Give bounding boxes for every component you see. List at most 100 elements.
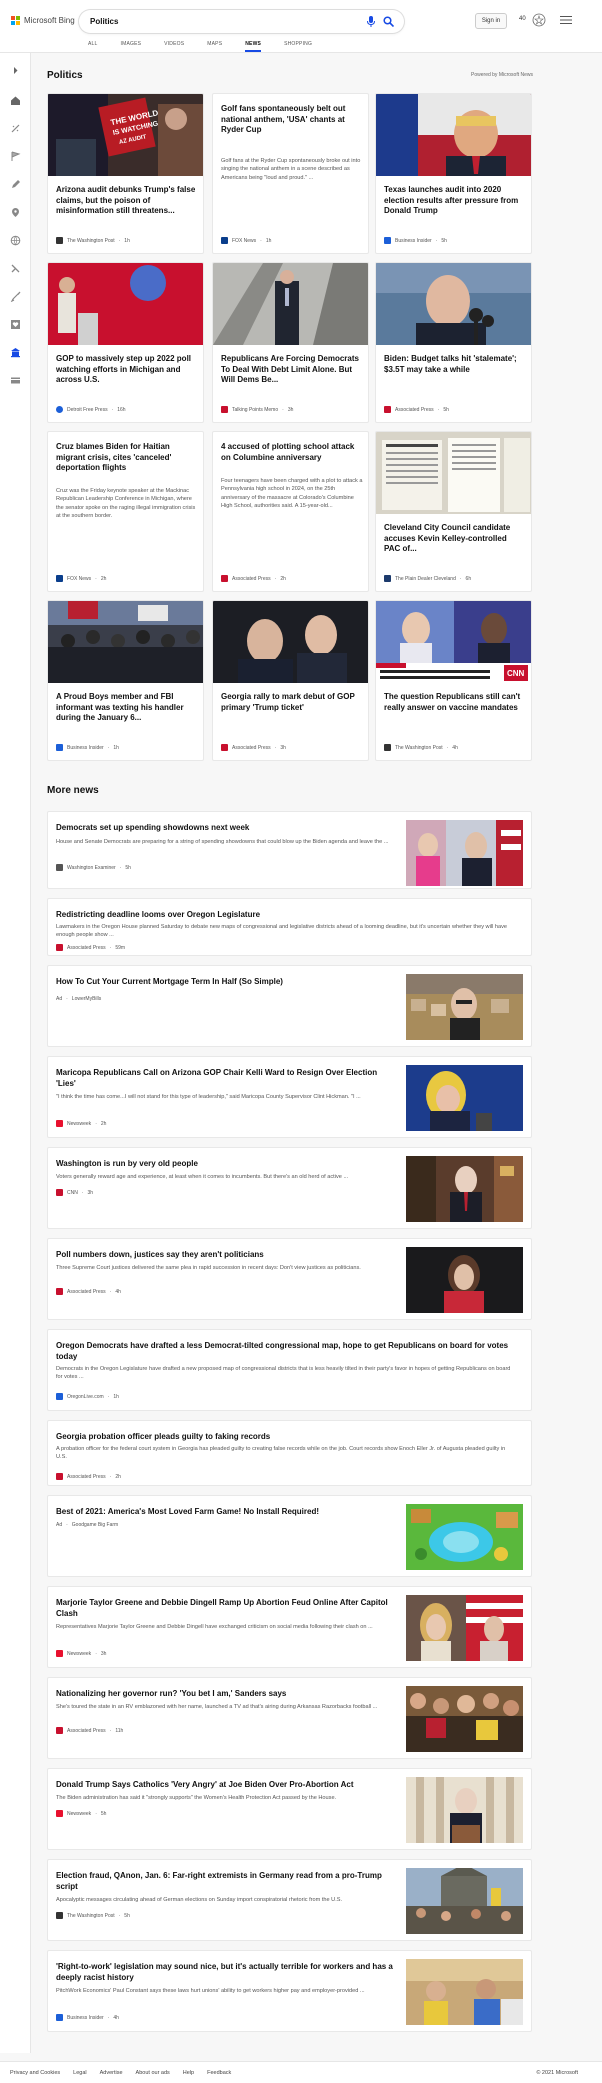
microphone-icon[interactable] <box>366 16 376 27</box>
card-source[interactable]: Associated Press · 3h <box>221 744 286 751</box>
card-title[interactable]: A Proud Boys member and FBI informant wa… <box>56 692 196 724</box>
news-card[interactable]: GOP to massively step up 2022 poll watch… <box>47 262 204 423</box>
news-card[interactable]: Georgia rally to mark debut of GOP prima… <box>212 600 369 761</box>
news-list-item[interactable]: Washington is run by very old people Vot… <box>47 1147 532 1229</box>
news-list-item[interactable]: Donald Trump Says Catholics 'Very Angry'… <box>47 1768 532 1850</box>
news-card[interactable]: Cleveland City Council candidate accuses… <box>375 431 532 592</box>
footer-link-privacy[interactable]: Privacy and Cookies <box>10 2070 60 2076</box>
home-icon[interactable] <box>10 95 21 106</box>
item-title[interactable]: Donald Trump Says Catholics 'Very Angry'… <box>56 1779 396 1790</box>
item-source[interactable]: Associated Press · 2h <box>56 1473 121 1480</box>
item-title[interactable]: Marjorie Taylor Greene and Debbie Dingel… <box>56 1597 396 1619</box>
item-source[interactable]: Associated Press · 4h <box>56 1288 121 1295</box>
item-title[interactable]: Best of 2021: America's Most Loved Farm … <box>56 1506 396 1517</box>
news-list-item[interactable]: Marjorie Taylor Greene and Debbie Dingel… <box>47 1586 532 1668</box>
item-source[interactable]: Business Insider · 4h <box>56 2014 119 2021</box>
news-card[interactable]: Cruz blames Biden for Haitian migrant cr… <box>47 431 204 592</box>
card-source[interactable]: The Washington Post · 4h <box>384 744 458 751</box>
rewards-medal-icon[interactable] <box>531 12 547 28</box>
tab-videos[interactable]: VIDEOS <box>164 41 184 52</box>
news-card[interactable]: THE WORLD IS WATCHING AZ AUDIT Arizona a… <box>47 93 204 254</box>
card-source[interactable]: Associated Press · 5h <box>384 406 449 413</box>
footer-link-feedback[interactable]: Feedback <box>207 2070 231 2076</box>
tab-images[interactable]: IMAGES <box>121 41 142 52</box>
news-card[interactable]: Texas launches audit into 2020 election … <box>375 93 532 254</box>
news-list-item[interactable]: Election fraud, QAnon, Jan. 6: Far-right… <box>47 1859 532 1941</box>
search-icon[interactable] <box>383 16 394 27</box>
card-title[interactable]: The question Republicans still can't rea… <box>384 692 524 713</box>
heart-box-icon[interactable] <box>10 319 21 330</box>
globe-icon[interactable] <box>10 235 21 246</box>
flag-icon[interactable] <box>10 151 21 162</box>
footer-link-legal[interactable]: Legal <box>73 2070 86 2076</box>
item-source[interactable]: The Washington Post · 5h <box>56 1912 130 1919</box>
footer-link-help[interactable]: Help <box>183 2070 194 2076</box>
news-card[interactable]: Biden: Budget talks hit 'stalemate'; $3.… <box>375 262 532 423</box>
card-title[interactable]: Georgia rally to mark debut of GOP prima… <box>221 692 361 713</box>
card-source[interactable]: Business Insider · 1h <box>56 744 119 751</box>
search-box[interactable]: Politics <box>79 10 404 33</box>
item-source[interactable]: Washington Examiner · 5h <box>56 864 131 871</box>
card-title[interactable]: Cleveland City Council candidate accuses… <box>384 523 524 555</box>
item-source[interactable]: Newsweek · 2h <box>56 1120 106 1127</box>
item-source[interactable]: Associated Press · 59m <box>56 944 125 951</box>
news-card[interactable]: Golf fans spontaneously belt out nationa… <box>212 93 369 254</box>
card-title[interactable]: Biden: Budget talks hit 'stalemate'; $3.… <box>384 354 524 375</box>
news-list-item[interactable]: Democrats set up spending showdowns next… <box>47 811 532 889</box>
card-title[interactable]: Golf fans spontaneously belt out nationa… <box>221 104 361 136</box>
news-list-item-ad[interactable]: Best of 2021: America's Most Loved Farm … <box>47 1495 532 1577</box>
footer-link-about-ads[interactable]: About our ads <box>136 2070 170 2076</box>
card-source[interactable]: Business Insider · 5h <box>384 237 447 244</box>
card-source[interactable]: Associated Press · 2h <box>221 575 286 582</box>
card-title[interactable]: Republicans Are Forcing Democrats To Dea… <box>221 354 361 386</box>
rocket-icon[interactable] <box>10 291 21 302</box>
item-title[interactable]: How To Cut Your Current Mortgage Term In… <box>56 976 396 987</box>
item-source[interactable]: Newsweek · 3h <box>56 1650 106 1657</box>
money-card-icon[interactable] <box>10 375 21 386</box>
news-list-item[interactable]: 'Right-to-work' legislation may sound ni… <box>47 1950 532 2032</box>
item-source[interactable]: Ad · LowerMyBills <box>56 996 101 1002</box>
news-list-item[interactable]: Nationalizing her governor run? 'You bet… <box>47 1677 532 1759</box>
item-title[interactable]: Election fraud, QAnon, Jan. 6: Far-right… <box>56 1870 396 1892</box>
news-list-item[interactable]: Maricopa Republicans Call on Arizona GOP… <box>47 1056 532 1138</box>
item-source[interactable]: Associated Press · 11h <box>56 1727 123 1734</box>
news-card[interactable]: 4 accused of plotting school attack on C… <box>212 431 369 592</box>
item-title[interactable]: Redistricting deadline looms over Oregon… <box>56 909 516 920</box>
tab-all[interactable]: ALL <box>88 41 98 52</box>
card-source[interactable]: FOX News · 1h <box>221 237 271 244</box>
item-title[interactable]: Nationalizing her governor run? 'You bet… <box>56 1688 396 1699</box>
item-title[interactable]: Oregon Democrats have drafted a less Dem… <box>56 1340 516 1362</box>
item-title[interactable]: Poll numbers down, justices say they are… <box>56 1249 396 1260</box>
news-list-item[interactable]: Redistricting deadline looms over Oregon… <box>47 898 532 956</box>
item-title[interactable]: 'Right-to-work' legislation may sound ni… <box>56 1961 396 1983</box>
item-title[interactable]: Washington is run by very old people <box>56 1158 396 1169</box>
item-title[interactable]: Georgia probation officer pleads guilty … <box>56 1431 516 1442</box>
item-source[interactable]: Ad · Goodgame Big Farm <box>56 1522 118 1528</box>
card-source[interactable]: Talking Points Memo · 3h <box>221 406 293 413</box>
card-source[interactable]: The Washington Post · 1h <box>56 237 130 244</box>
item-source[interactable]: Newsweek · 5h <box>56 1810 106 1817</box>
card-title[interactable]: Cruz blames Biden for Haitian migrant cr… <box>56 442 196 474</box>
tab-news[interactable]: NEWS <box>245 41 262 52</box>
card-title[interactable]: Arizona audit debunks Trump's false clai… <box>56 185 196 217</box>
sports-icon[interactable] <box>10 263 21 274</box>
news-list-item-ad[interactable]: How To Cut Your Current Mortgage Term In… <box>47 965 532 1047</box>
item-source[interactable]: OregonLive.com · 1h <box>56 1393 119 1400</box>
news-list-item[interactable]: Poll numbers down, justices say they are… <box>47 1238 532 1320</box>
news-card[interactable]: Republicans Are Forcing Democrats To Dea… <box>212 262 369 423</box>
search-input[interactable]: Politics <box>90 17 118 26</box>
tab-shopping[interactable]: SHOPPING <box>284 41 312 52</box>
location-pin-icon[interactable] <box>10 207 21 218</box>
expand-chevron-icon[interactable] <box>10 65 21 76</box>
bing-logo[interactable]: Microsoft Bing <box>11 16 75 25</box>
news-topics-icon[interactable] <box>10 123 21 134</box>
card-source[interactable]: Detroit Free Press · 16h <box>56 406 126 413</box>
news-list-item[interactable]: Georgia probation officer pleads guilty … <box>47 1420 532 1486</box>
news-list-item[interactable]: Oregon Democrats have drafted a less Dem… <box>47 1329 532 1411</box>
tab-maps[interactable]: MAPS <box>207 41 222 52</box>
sign-in-button[interactable]: Sign in <box>475 13 507 29</box>
hamburger-menu-icon[interactable] <box>560 15 572 25</box>
item-source[interactable]: CNN · 3h <box>56 1189 93 1196</box>
news-card[interactable]: CNN The question Republicans still can't… <box>375 600 532 761</box>
card-title[interactable]: 4 accused of plotting school attack on C… <box>221 442 361 463</box>
